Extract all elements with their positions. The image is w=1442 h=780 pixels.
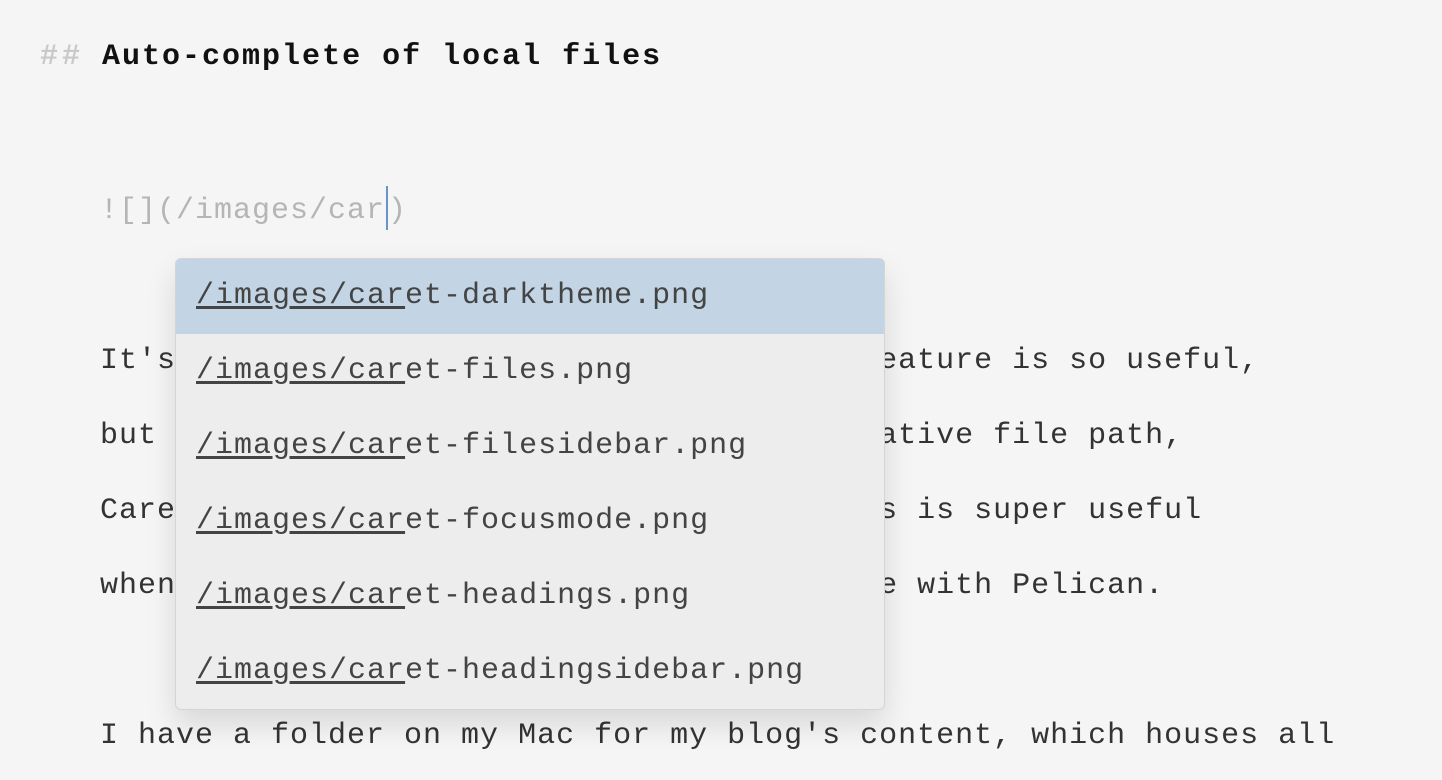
autocomplete-popup[interactable]: /images/caret-darktheme.png/images/caret… — [175, 258, 885, 710]
autocomplete-item[interactable]: /images/caret-headings.png — [176, 559, 884, 634]
body-paragraph[interactable]: I have a folder on my Mac for my blog's … — [100, 699, 1402, 774]
autocomplete-match: /images/car — [196, 279, 405, 313]
autocomplete-rest: et-focusmode.png — [405, 504, 709, 538]
autocomplete-rest: et-darktheme.png — [405, 279, 709, 313]
autocomplete-rest: et-files.png — [405, 354, 633, 388]
autocomplete-rest: et-headingsidebar.png — [405, 654, 804, 688]
autocomplete-match: /images/car — [196, 354, 405, 388]
autocomplete-match: /images/car — [196, 654, 405, 688]
section-heading: ## Auto-complete of local files — [40, 40, 1402, 74]
image-markdown-line[interactable]: ![](/images/car) — [100, 174, 1402, 249]
image-syntax-after-cursor: ) — [388, 194, 407, 228]
text-cursor — [386, 186, 388, 230]
autocomplete-item[interactable]: /images/caret-files.png — [176, 334, 884, 409]
markdown-heading-marker: ## — [40, 40, 84, 74]
autocomplete-match: /images/car — [196, 579, 405, 613]
autocomplete-item[interactable]: /images/caret-focusmode.png — [176, 484, 884, 559]
autocomplete-rest: et-filesidebar.png — [405, 429, 747, 463]
autocomplete-item[interactable]: /images/caret-filesidebar.png — [176, 409, 884, 484]
heading-text: Auto-complete of local files — [102, 40, 662, 74]
image-syntax-before-cursor: ![](/images/car — [100, 194, 385, 228]
autocomplete-match: /images/car — [196, 504, 405, 538]
autocomplete-item[interactable]: /images/caret-headingsidebar.png — [176, 634, 884, 709]
autocomplete-rest: et-headings.png — [405, 579, 690, 613]
autocomplete-match: /images/car — [196, 429, 405, 463]
autocomplete-item[interactable]: /images/caret-darktheme.png — [176, 259, 884, 334]
